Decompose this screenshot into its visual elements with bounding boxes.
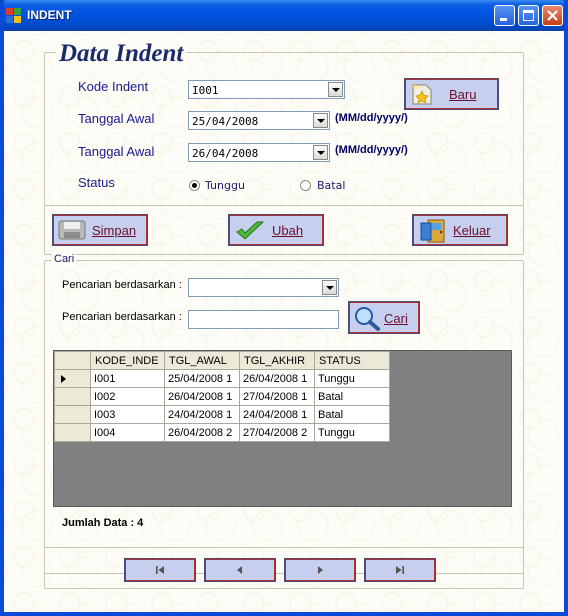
app-icon (6, 8, 22, 24)
table-cell[interactable]: I001 (90, 369, 165, 388)
keluar-label: Keluar (453, 223, 491, 238)
cari-label: Cari (384, 311, 408, 326)
tanggal-awal-label: Tanggal Awal (78, 111, 155, 126)
table-cell[interactable]: 27/04/2008 1 (239, 387, 315, 406)
row-header[interactable] (54, 369, 91, 388)
cari-button[interactable]: Cari (348, 301, 420, 334)
close-icon (547, 10, 558, 21)
next-icon (318, 566, 323, 574)
checkmark-icon (236, 221, 265, 240)
new-document-icon (412, 84, 432, 105)
indent-data-grid[interactable]: KODE_INDE TGL_AWAL TGL_AKHIR STATUS I001… (53, 350, 512, 507)
kode-indent-label: Kode Indent (78, 79, 149, 94)
date-format-hint: (MM/dd/yyyy/) (335, 112, 408, 124)
table-cell[interactable]: I002 (90, 387, 165, 406)
date-format-hint: (MM/dd/yyyy/) (335, 144, 408, 156)
current-row-arrow-icon (61, 375, 66, 383)
table-row[interactable]: I001 25/04/2008 1 26/04/2008 1 Tunggu (54, 369, 390, 388)
row-header-corner (54, 351, 91, 370)
kode-indent-value: I001 (192, 84, 219, 97)
column-header[interactable]: TGL_AKHIR (239, 351, 315, 370)
table-cell[interactable]: Batal (314, 405, 390, 424)
keluar-button[interactable]: Keluar (412, 214, 508, 246)
tanggal-akhir-picker[interactable]: 26/04/2008 (188, 143, 330, 162)
minimize-button[interactable] (494, 5, 515, 26)
chevron-down-icon[interactable] (313, 113, 328, 128)
status-tunggu-label[interactable]: Tunggu (205, 179, 245, 192)
next-record-button[interactable] (284, 558, 356, 582)
close-button[interactable] (542, 5, 563, 26)
status-batal-label[interactable]: Batal (317, 179, 345, 192)
table-cell[interactable]: 25/04/2008 1 (164, 369, 240, 388)
table-cell[interactable]: I004 (90, 423, 165, 442)
table-cell[interactable]: 24/04/2008 1 (164, 405, 240, 424)
column-header[interactable]: KODE_INDE (90, 351, 165, 370)
table-cell[interactable]: Tunggu (314, 423, 390, 442)
table-cell[interactable]: 26/04/2008 2 (164, 423, 240, 442)
maximize-button[interactable] (518, 5, 539, 26)
simpan-button[interactable]: Simpan (52, 214, 148, 246)
exit-door-icon (420, 219, 445, 243)
table-cell[interactable]: 26/04/2008 1 (239, 369, 315, 388)
search-group-title: Cari (52, 253, 77, 265)
table-cell[interactable]: Batal (314, 387, 390, 406)
last-record-button[interactable] (364, 558, 436, 582)
first-icon (156, 566, 164, 574)
table-cell[interactable]: Tunggu (314, 369, 390, 388)
column-header[interactable]: STATUS (314, 351, 390, 370)
table-row[interactable]: I004 26/04/2008 2 27/04/2008 2 Tunggu (54, 423, 390, 442)
search-input[interactable] (188, 310, 339, 329)
maximize-icon (523, 10, 534, 21)
table-cell[interactable]: 27/04/2008 2 (239, 423, 315, 442)
tanggal-awal-value: 25/04/2008 (192, 115, 259, 128)
record-count: Jumlah Data : 4 (62, 517, 144, 529)
title-bar[interactable]: INDENT (0, 0, 568, 31)
search-field-combo[interactable] (188, 278, 339, 297)
tanggal-awal-picker[interactable]: 25/04/2008 (188, 111, 330, 130)
table-cell[interactable]: 24/04/2008 1 (239, 405, 315, 424)
kode-indent-combo[interactable]: I001 (188, 80, 345, 99)
last-icon (396, 566, 404, 574)
row-header[interactable] (54, 387, 91, 406)
first-record-button[interactable] (124, 558, 196, 582)
chevron-down-icon[interactable] (328, 82, 343, 97)
status-label: Status (78, 175, 115, 190)
search-keyword-label: Pencarian berdasarkan : (62, 311, 182, 323)
prev-icon (237, 566, 242, 574)
search-icon (355, 307, 380, 331)
data-table: KODE_INDE TGL_AWAL TGL_AKHIR STATUS I001… (54, 351, 390, 442)
minimize-icon (500, 18, 507, 21)
row-header[interactable] (54, 423, 91, 442)
ubah-label: Ubah (272, 223, 304, 238)
tanggal-akhir-label: Tanggal Awal (78, 144, 155, 159)
baru-label: Baru (449, 87, 477, 102)
baru-button[interactable]: Baru (404, 78, 499, 110)
save-disk-icon (58, 220, 86, 240)
ubah-button[interactable]: Ubah (228, 214, 324, 246)
previous-record-button[interactable] (204, 558, 276, 582)
search-by-label: Pencarian berdasarkan : (62, 279, 182, 291)
page-title: Data Indent (56, 40, 187, 68)
table-cell[interactable]: I003 (90, 405, 165, 424)
window-title: INDENT (27, 8, 72, 22)
chevron-down-icon[interactable] (313, 145, 328, 160)
tanggal-akhir-value: 26/04/2008 (192, 147, 259, 160)
table-cell[interactable]: 26/04/2008 1 (164, 387, 240, 406)
status-batal-radio[interactable] (300, 180, 311, 191)
table-row[interactable]: I003 24/04/2008 1 24/04/2008 1 Batal (54, 405, 390, 424)
status-tunggu-radio[interactable] (189, 180, 200, 191)
table-row[interactable]: I002 26/04/2008 1 27/04/2008 1 Batal (54, 387, 390, 406)
indent-window: INDENT Data Indent Kode Indent I001 Baru (0, 0, 568, 616)
row-header[interactable] (54, 405, 91, 424)
column-header[interactable]: TGL_AWAL (164, 351, 240, 370)
chevron-down-icon[interactable] (322, 280, 337, 295)
simpan-label: Simpan (92, 223, 137, 238)
